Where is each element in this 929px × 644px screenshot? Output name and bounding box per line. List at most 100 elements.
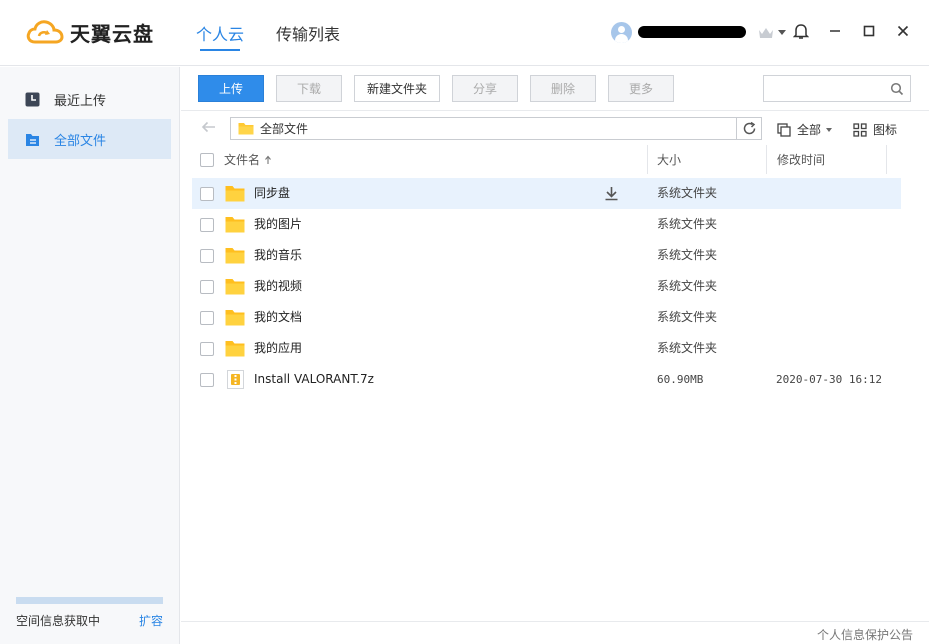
more-button[interactable]: 更多: [608, 75, 674, 102]
toolbar: 上传 下载 新建文件夹 分享 删除 更多: [181, 67, 929, 111]
refresh-icon: [743, 121, 756, 135]
file-size: 系统文件夹: [657, 186, 718, 200]
folder-icon: [225, 217, 245, 233]
column-header-name[interactable]: 文件名: [224, 145, 272, 174]
clock-icon: [25, 92, 40, 106]
view-mode-label: 图标: [873, 123, 898, 137]
file-size: 系统文件夹: [657, 248, 718, 262]
sidebar: 最近上传 全部文件 空间信息获取中 扩容: [0, 67, 180, 644]
storage-quota-text: 空间信息获取中: [16, 614, 101, 628]
file-size: 系统文件夹: [657, 310, 718, 324]
file-name[interactable]: 我的图片: [254, 209, 302, 240]
row-checkbox[interactable]: [200, 373, 214, 387]
file-size: 系统文件夹: [657, 279, 718, 293]
file-name[interactable]: 我的文档: [254, 302, 302, 333]
column-header-modified-label: 修改时间: [777, 153, 826, 167]
file-size: 60.90MB: [657, 373, 704, 386]
folder-icon: [225, 341, 245, 357]
sidebar-item-all-files[interactable]: 全部文件: [8, 119, 171, 159]
user-menu[interactable]: [611, 20, 786, 44]
column-divider[interactable]: [886, 145, 887, 174]
app-title: 天翼云盘: [70, 21, 154, 46]
folder-icon: [225, 248, 245, 264]
table-row[interactable]: 我的视频 系统文件夹: [192, 271, 901, 302]
avatar-icon[interactable]: [611, 21, 632, 43]
file-name[interactable]: 我的音乐: [254, 240, 302, 271]
checkbox[interactable]: [200, 152, 214, 167]
download-icon[interactable]: [604, 186, 619, 201]
breadcrumb-label: 全部文件: [260, 122, 309, 136]
minimize-icon[interactable]: [826, 22, 844, 40]
table-row[interactable]: 我的音乐 系统文件夹: [192, 240, 901, 271]
file-size: 系统文件夹: [657, 341, 718, 355]
back-arrow-icon[interactable]: [201, 121, 216, 133]
breadcrumb[interactable]: 全部文件: [230, 117, 762, 140]
delete-button[interactable]: 删除: [530, 75, 596, 102]
column-divider[interactable]: [647, 145, 648, 174]
sort-ascending-icon: [265, 155, 271, 164]
table-row[interactable]: 我的文档 系统文件夹: [192, 302, 901, 333]
top-bar: 天翼云盘 个人云 传输列表: [0, 0, 929, 66]
column-header-size-label: 大小: [657, 153, 682, 167]
row-checkbox[interactable]: [200, 280, 214, 294]
files-icon: [26, 133, 39, 146]
file-modified-date: 2020-07-30 16:12: [776, 373, 882, 386]
folder-icon: [238, 123, 254, 135]
folder-icon: [225, 186, 245, 202]
column-divider[interactable]: [766, 145, 767, 174]
archive-file-icon: [227, 370, 244, 389]
folder-icon: [225, 310, 245, 326]
upload-button[interactable]: 上传: [198, 75, 264, 102]
status-footer: 个人信息保护公告: [181, 621, 929, 644]
row-checkbox[interactable]: [200, 187, 214, 201]
file-name[interactable]: 我的视频: [254, 271, 302, 302]
row-checkbox[interactable]: [200, 342, 214, 356]
privacy-notice-link[interactable]: 个人信息保护公告: [817, 626, 913, 643]
copy-icon: [777, 122, 791, 137]
table-row[interactable]: 我的图片 系统文件夹: [192, 209, 901, 240]
sidebar-item-label: 全部文件: [54, 133, 107, 149]
chevron-down-icon: [826, 127, 833, 132]
grid-icon: [853, 122, 867, 137]
storage-quota-bar: [16, 597, 163, 604]
folder-icon: [225, 279, 245, 295]
table-row[interactable]: 我的应用 系统文件夹: [192, 333, 901, 364]
search-box: [763, 75, 911, 102]
maximize-icon[interactable]: [860, 22, 878, 40]
cloud-logo-icon: [26, 20, 64, 44]
close-icon[interactable]: [894, 22, 912, 40]
search-input[interactable]: [764, 76, 884, 101]
sidebar-item-recent-uploads[interactable]: 最近上传: [8, 79, 171, 119]
chevron-down-icon[interactable]: [778, 29, 786, 35]
row-checkbox[interactable]: [200, 218, 214, 232]
select-all-checkbox[interactable]: [200, 145, 214, 174]
column-header-size[interactable]: 大小: [657, 145, 681, 174]
share-button[interactable]: 分享: [452, 75, 518, 102]
crown-icon: [759, 27, 773, 38]
file-size: 系统文件夹: [657, 217, 718, 231]
column-header-name-label: 文件名: [224, 153, 261, 167]
download-button[interactable]: 下载: [276, 75, 342, 102]
username-redacted: [638, 26, 746, 38]
app-logo: 天翼云盘: [26, 18, 154, 46]
file-name[interactable]: 同步盘: [254, 178, 290, 209]
table-row[interactable]: 同步盘 系统文件夹: [192, 178, 901, 209]
tab-personal-cloud[interactable]: 个人云: [196, 21, 244, 51]
file-name[interactable]: 我的应用: [254, 333, 302, 364]
new-folder-button[interactable]: 新建文件夹: [354, 75, 440, 102]
tab-transfer-list[interactable]: 传输列表: [276, 21, 340, 51]
bell-icon[interactable]: [792, 22, 810, 40]
filter-dropdown[interactable]: 全部: [777, 121, 833, 138]
file-name[interactable]: Install VALORANT.7z: [254, 364, 374, 395]
row-checkbox[interactable]: [200, 311, 214, 325]
row-checkbox[interactable]: [200, 249, 214, 263]
path-bar: 全部文件 全部 图标: [181, 112, 929, 146]
search-icon[interactable]: [890, 82, 904, 96]
view-mode-toggle[interactable]: 图标: [853, 121, 897, 138]
sidebar-item-label: 最近上传: [54, 93, 107, 109]
table-row[interactable]: Install VALORANT.7z 60.90MB 2020-07-30 1…: [192, 364, 901, 395]
refresh-button[interactable]: [736, 117, 762, 140]
column-header-modified[interactable]: 修改时间: [777, 145, 825, 174]
filter-label: 全部: [797, 123, 822, 137]
expand-storage-link[interactable]: 扩容: [139, 612, 163, 629]
